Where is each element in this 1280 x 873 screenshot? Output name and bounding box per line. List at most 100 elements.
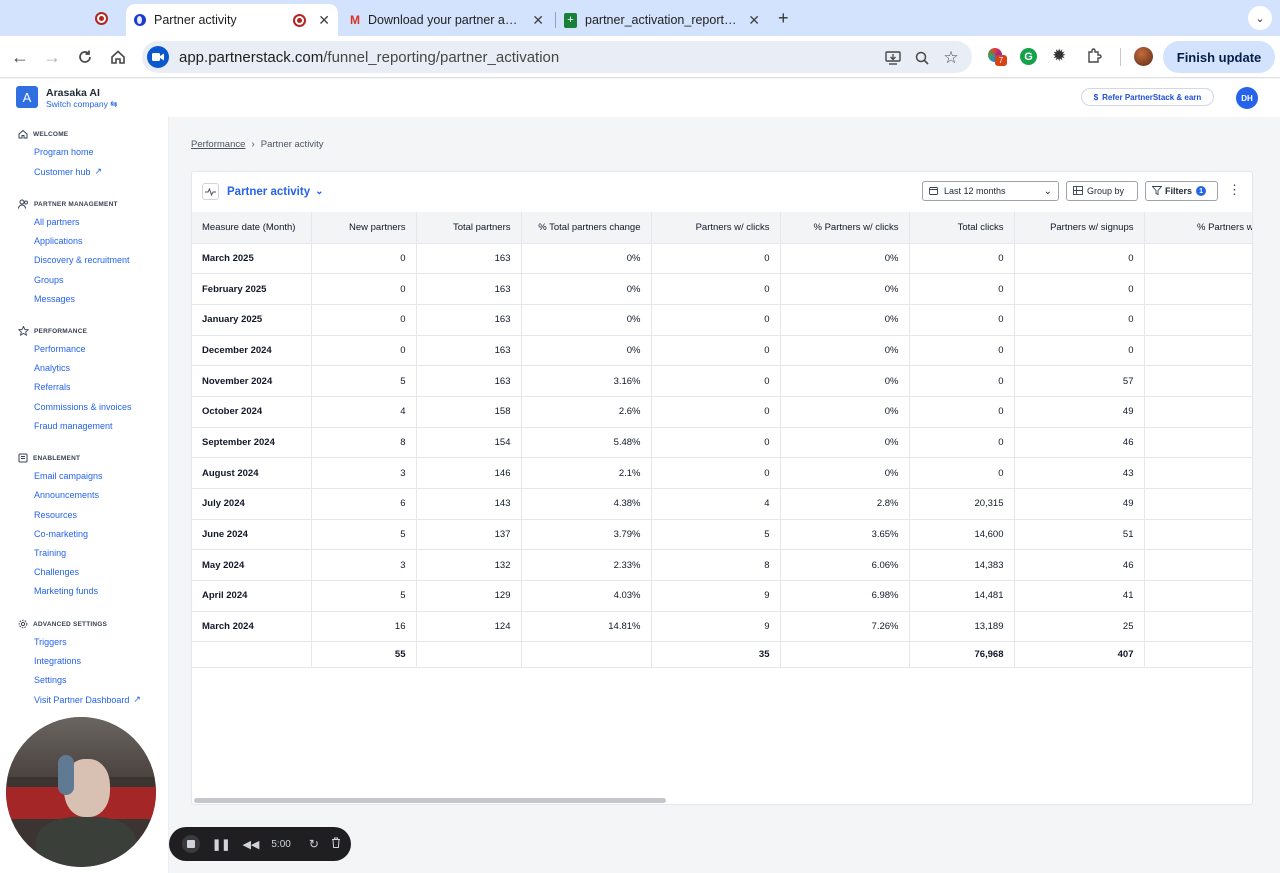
column-header[interactable]: % Total partners change <box>521 212 652 244</box>
bookmark-star-icon[interactable]: ☆ <box>942 48 960 67</box>
gmail-icon: M <box>350 13 360 27</box>
grammarly-icon[interactable]: G <box>1020 48 1037 65</box>
column-header[interactable]: % Partners w/ clicks <box>780 212 910 244</box>
column-header[interactable]: % Partners w/ signups <box>1144 212 1252 244</box>
column-header[interactable]: Measure date (Month) <box>192 212 312 244</box>
sidebar-item-marketing-funds[interactable]: Marketing funds <box>34 586 98 596</box>
settings-extension-icon[interactable]: ✹ <box>1052 46 1066 66</box>
profile-avatar[interactable] <box>1134 47 1153 66</box>
filters-button[interactable]: Filters 1 <box>1145 181 1218 201</box>
table-cell: 0 <box>651 365 781 397</box>
sidebar-item-visit-partner-dashboard[interactable]: Visit Partner Dashboard ↗ <box>34 694 141 705</box>
finish-update-button[interactable]: Finish update <box>1163 41 1275 73</box>
reload-icon[interactable] <box>73 45 97 69</box>
total-cell <box>521 641 652 669</box>
tab-title: partner_activation_report_dra <box>585 13 739 27</box>
dollar-icon: $ <box>1093 92 1099 102</box>
book-icon <box>18 453 28 463</box>
delete-recording-icon[interactable] <box>331 837 341 851</box>
horizontal-scrollbar[interactable] <box>194 798 666 803</box>
table-cell: 0% <box>780 304 910 336</box>
table-cell: 0 <box>651 273 781 305</box>
sidebar-item-discovery-recruitment[interactable]: Discovery & recruitment <box>34 255 130 265</box>
users-icon <box>18 199 28 209</box>
group-by-button[interactable]: Group by <box>1066 181 1138 201</box>
sidebar-item-label: Triggers <box>34 637 67 647</box>
table-cell: 4.38% <box>521 488 652 520</box>
table-cell: 8 <box>311 427 417 459</box>
close-tab-icon[interactable]: ✕ <box>524 12 552 29</box>
chevron-right-icon: › <box>251 139 255 150</box>
new-tab-icon[interactable]: + <box>778 8 789 29</box>
sidebar-item-customer-hub[interactable]: Customer hub ↗ <box>34 166 102 177</box>
external-link-icon: ↗ <box>94 166 103 176</box>
close-tab-icon[interactable]: ✕ <box>740 12 768 29</box>
total-cell <box>192 641 312 669</box>
sidebar-item-commissions-invoices[interactable]: Commissions & invoices <box>34 402 132 412</box>
sidebar-item-applications[interactable]: Applications <box>34 236 83 246</box>
refer-partnerstack-button[interactable]: $ Refer PartnerStack & earn <box>1081 88 1214 106</box>
sidebar-item-triggers[interactable]: Triggers <box>34 637 67 647</box>
report-title-dropdown[interactable]: Partner activity ⌄ <box>202 183 324 200</box>
sidebar-item-integrations[interactable]: Integrations <box>34 656 81 666</box>
install-app-icon[interactable] <box>884 49 902 67</box>
sidebar-item-all-partners[interactable]: All partners <box>34 217 80 227</box>
column-header[interactable]: Total partners <box>416 212 522 244</box>
column-header[interactable]: Partners w/ clicks <box>651 212 781 244</box>
forward-icon[interactable]: → <box>40 45 64 69</box>
column-header[interactable]: New partners <box>311 212 417 244</box>
column-header[interactable]: Partners w/ signups <box>1014 212 1145 244</box>
close-tab-icon[interactable]: ✕ <box>310 12 338 29</box>
sidebar-item-performance[interactable]: Performance <box>34 344 86 354</box>
tab-partner-activity[interactable]: Partner activity ✕ <box>126 4 338 36</box>
table-cell: 0% <box>780 335 910 367</box>
sidebar-item-training[interactable]: Training <box>34 548 66 558</box>
breadcrumb-performance-link[interactable]: Performance <box>191 139 245 150</box>
table-row: January 2025 0 163 0% 0 0% 0 0 <box>192 304 1252 336</box>
extension-icon[interactable]: 7 <box>988 48 1007 66</box>
sidebar-item-announcements[interactable]: Announcements <box>34 490 99 500</box>
section-enablement: ENABLEMENT <box>18 453 80 463</box>
sidebar-item-referrals[interactable]: Referrals <box>34 382 71 392</box>
table-cell: 9 <box>651 611 781 643</box>
sidebar-item-analytics[interactable]: Analytics <box>34 363 70 373</box>
stop-recording-icon[interactable] <box>182 835 200 853</box>
sidebar-item-challenges[interactable]: Challenges <box>34 567 79 577</box>
sidebar-item-email-campaigns[interactable]: Email campaigns <box>34 471 103 481</box>
table-cell: 0 <box>651 457 781 489</box>
column-header[interactable]: Total clicks <box>909 212 1015 244</box>
date-range-value: Last 12 months <box>944 186 1006 196</box>
sidebar-item-fraud-management[interactable]: Fraud management <box>34 421 113 431</box>
sidebar-item-settings[interactable]: Settings <box>34 675 67 685</box>
sidebar-item-label: Training <box>34 548 67 558</box>
table-cell: 25 <box>1014 611 1145 643</box>
section-partner-management: PARTNER MANAGEMENT <box>18 199 118 209</box>
pause-icon[interactable]: ❚❚ <box>212 838 230 851</box>
table-cell <box>1144 273 1252 305</box>
sidebar-item-groups[interactable]: Groups <box>34 275 64 285</box>
sidebar-item-program-home[interactable]: Program home <box>34 147 94 157</box>
extensions-puzzle-icon[interactable] <box>1086 48 1102 69</box>
user-avatar[interactable]: DH <box>1236 87 1258 109</box>
sidebar-item-resources[interactable]: Resources <box>34 510 77 520</box>
webcam-overlay[interactable] <box>6 717 156 867</box>
table-cell: 0 <box>311 304 417 336</box>
table-cell: 5 <box>311 580 417 612</box>
rewind-icon[interactable]: ◀◀ <box>242 838 259 851</box>
date-range-select[interactable]: Last 12 months ⌄ <box>922 181 1059 201</box>
webcam-headphones <box>58 755 74 795</box>
sidebar-item-co-marketing[interactable]: Co-marketing <box>34 529 88 539</box>
tab-search-chevron-icon[interactable]: ⌄ <box>1248 6 1272 30</box>
zoom-icon[interactable] <box>913 49 931 67</box>
address-bar[interactable]: app.partnerstack.com/funnel_reporting/pa… <box>142 41 972 73</box>
back-icon[interactable]: ← <box>8 45 32 69</box>
table-cell: 6 <box>311 488 417 520</box>
switch-company-link[interactable]: Switch company ⇆ <box>46 99 117 110</box>
more-options-icon[interactable]: ⋮ <box>1228 183 1241 196</box>
tab-partner-activation-report[interactable]: + partner_activation_report_dra ✕ <box>558 4 768 36</box>
home-icon[interactable] <box>106 45 130 69</box>
site-info-icon[interactable] <box>147 46 169 68</box>
tab-download-partner-activity[interactable]: M Download your partner activati ✕ <box>342 4 552 36</box>
restart-icon[interactable]: ↻ <box>309 837 319 851</box>
sidebar-item-messages[interactable]: Messages <box>34 294 75 304</box>
